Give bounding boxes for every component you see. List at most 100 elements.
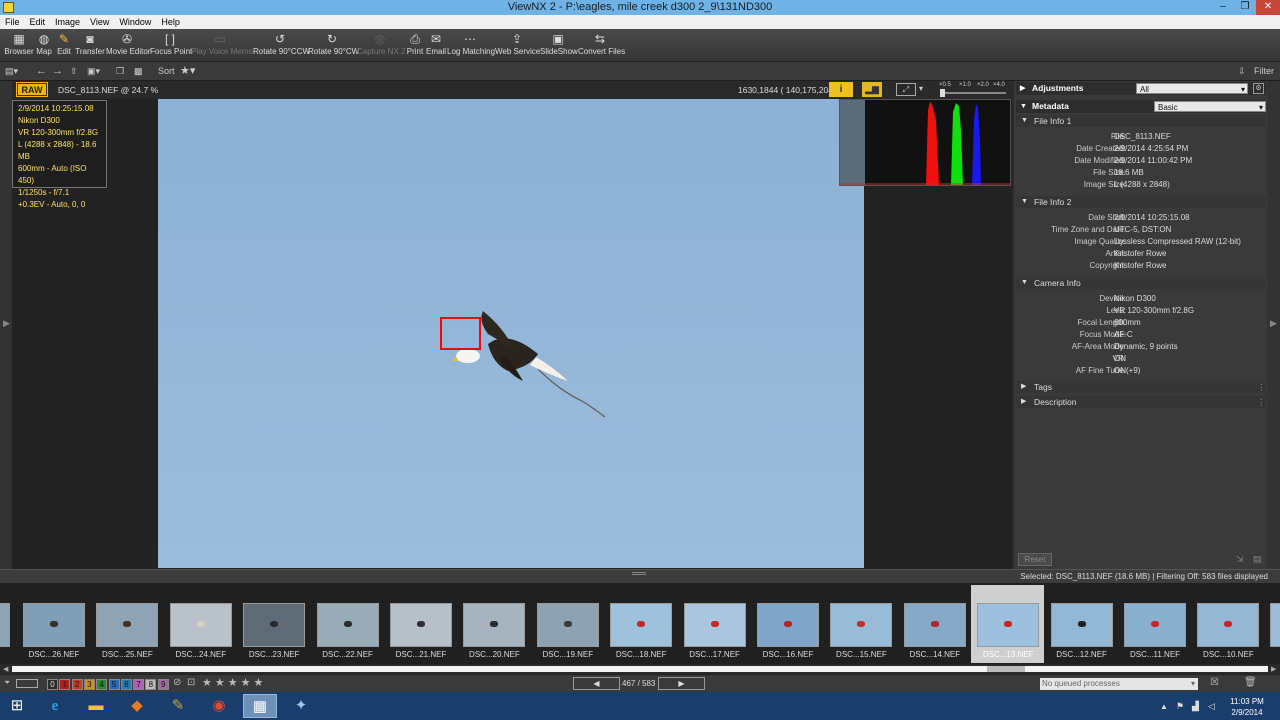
filmstrip-thumbnail[interactable] <box>316 603 379 647</box>
star-filter-icon[interactable]: ★▾ <box>180 65 195 78</box>
file-explorer-icon[interactable]: ▬ <box>79 694 113 718</box>
more-icon[interactable]: ⋮ <box>1257 396 1266 408</box>
browser-button[interactable]: ▦ Browser <box>4 32 34 60</box>
web-service-button[interactable]: ⇪ Web Service <box>495 32 540 60</box>
internet-explorer-icon[interactable]: e <box>38 694 72 718</box>
clock-time[interactable]: 11:03 PM <box>1225 697 1269 706</box>
more-icon[interactable]: ⋮ <box>1257 381 1266 393</box>
expand-right-icon[interactable]: ▶ <box>1270 318 1277 329</box>
filmstrip-scrollbar[interactable]: ◀ ▶ <box>0 664 1280 674</box>
map-button[interactable]: ◍ Map <box>34 32 54 60</box>
filmstrip-thumbnail[interactable] <box>1197 603 1260 647</box>
back-arrow-icon[interactable]: ← <box>36 65 47 78</box>
filmstrip-thumbnail[interactable] <box>830 603 893 647</box>
panel-options-icon[interactable]: ⇲ <box>1236 554 1244 565</box>
main-photo[interactable] <box>158 99 864 568</box>
log-matching-button[interactable]: ⋯ Log Matching <box>447 32 495 60</box>
tray-volume-icon[interactable]: ◁ <box>1208 701 1215 712</box>
print-button[interactable]: ⎙ Print <box>405 32 425 60</box>
filmstrip-thumbnail[interactable] <box>683 603 746 647</box>
forward-arrow-icon[interactable]: → <box>52 65 63 78</box>
label-7[interactable]: 7 <box>133 679 145 690</box>
filmstrip-thumbnail[interactable] <box>903 603 966 647</box>
filmstrip-thumbnail[interactable] <box>169 603 232 647</box>
panel-pin-icon[interactable]: ▤ <box>1253 554 1262 565</box>
filmstrip-thumbnail[interactable] <box>610 603 673 647</box>
menu-edit[interactable]: Edit <box>25 15 51 29</box>
filmstrip-thumbnail[interactable] <box>390 603 452 647</box>
resize-grip[interactable] <box>632 572 646 575</box>
lock-icon[interactable]: ▩ <box>134 65 143 78</box>
menu-image[interactable]: Image <box>50 15 85 29</box>
label-0[interactable]: 0 <box>47 679 58 690</box>
adjustments-select[interactable]: All ▾ <box>1136 83 1248 94</box>
sort-label[interactable]: Sort <box>158 65 175 78</box>
filmstrip-thumbnail[interactable] <box>243 603 306 647</box>
tray-network-icon[interactable]: ▟ <box>1192 701 1199 712</box>
menu-window[interactable]: Window <box>114 15 156 29</box>
filter-icon[interactable]: ⇩ <box>1238 65 1246 78</box>
metadata-select[interactable]: Basic ▾ <box>1154 101 1266 112</box>
filmstrip-thumbnail[interactable] <box>1050 603 1113 647</box>
close-button[interactable]: ✕ <box>1256 0 1280 15</box>
app-icon-orange[interactable]: ◆ <box>120 694 154 718</box>
cancel-queue-icon[interactable]: ☒ <box>1210 677 1219 688</box>
queue-select[interactable]: No queued processes ▾ <box>1040 678 1198 690</box>
viewnx-taskbar-icon[interactable]: ▦ <box>243 694 277 718</box>
filmstrip-thumbnail[interactable] <box>757 603 819 647</box>
next-image-button[interactable]: ▶ <box>658 677 705 690</box>
adjustments-settings-icon[interactable]: ⚙ <box>1253 83 1264 94</box>
chrome-icon[interactable]: ◉ <box>202 694 236 718</box>
play-voice-memo-button[interactable]: ▭ Play Voice Memo <box>191 32 253 60</box>
expand-filmstrip-icon[interactable]: ⏷ <box>4 678 10 688</box>
filmstrip-thumbnail[interactable] <box>23 603 85 647</box>
filmstrip-thumbnail[interactable] <box>463 603 526 647</box>
label-6[interactable]: 6 <box>120 679 132 690</box>
capture-nx2-button[interactable]: ◎ Capture NX 2 <box>357 32 405 60</box>
label-3[interactable]: 3 <box>83 679 95 690</box>
info-icon[interactable]: i <box>829 82 853 97</box>
label-4[interactable]: 4 <box>96 679 108 690</box>
rotate-cw-button[interactable]: ↻ Rotate 90°CW <box>308 32 359 60</box>
view-mode-icon[interactable]: ▣▾ <box>87 65 100 78</box>
filmstrip-thumbnail[interactable] <box>536 603 599 647</box>
copy-icon[interactable]: ❐ <box>116 65 124 78</box>
previous-image-button[interactable]: ◀ <box>573 677 620 690</box>
windows-start-icon[interactable]: ⊞ <box>0 694 34 718</box>
app-icon-paint[interactable]: ✦ <box>284 694 318 718</box>
convert-files-button[interactable]: ⇆ Convert Files <box>578 32 625 60</box>
menu-file[interactable]: File <box>0 15 25 29</box>
menu-view[interactable]: View <box>85 15 114 29</box>
fit-dropdown-icon[interactable]: ▾ <box>919 84 923 93</box>
maximize-button[interactable]: ❐ <box>1234 0 1256 15</box>
trash-filter-icon[interactable]: ⊡ <box>187 677 195 688</box>
filmstrip-thumbnail[interactable] <box>1124 603 1186 647</box>
filmstrip-thumbnail[interactable] <box>96 603 159 647</box>
scroll-left-icon[interactable]: ◀ <box>3 665 8 673</box>
slideshow-button[interactable]: ▣ SlideShow <box>540 32 578 60</box>
filter-label[interactable]: Filter <box>1254 65 1274 78</box>
label-9[interactable]: 9 <box>157 679 169 690</box>
trash-icon[interactable]: 🗑 <box>1244 677 1257 688</box>
filmstrip-thumbnail-partial[interactable] <box>0 603 10 647</box>
label-5[interactable]: 5 <box>108 679 120 690</box>
email-button[interactable]: ✉ Email <box>426 32 446 60</box>
clock-date[interactable]: 2/9/2014 <box>1225 708 1269 717</box>
label-2[interactable]: 2 <box>71 679 83 690</box>
tray-flag-icon[interactable]: ⚑ <box>1176 701 1184 712</box>
focus-point-button[interactable]: [ ] Focus Point <box>150 32 192 60</box>
filmstrip-size-icon[interactable] <box>16 679 38 688</box>
label-8[interactable]: 8 <box>145 679 157 690</box>
tray-up-arrow-icon[interactable]: ▲ <box>1160 702 1168 711</box>
transfer-button[interactable]: ◙ Transfer <box>74 32 106 60</box>
filmstrip-thumbnail[interactable] <box>977 603 1040 647</box>
fit-screen-icon[interactable]: ⤢ <box>896 83 916 96</box>
file-info-1-header[interactable]: ▼ File Info 1 <box>1016 115 1266 127</box>
histogram-toggle-icon[interactable]: ▂▆ <box>862 82 882 97</box>
filmstrip-thumbnail-partial[interactable] <box>1270 603 1280 647</box>
zoom-slider[interactable]: ×0.5 ×1.0 ×2.0 ×4.0 <box>930 82 1008 98</box>
description-header[interactable]: ▶ Description ⋮ <box>1016 396 1266 408</box>
tags-header[interactable]: ▶ Tags ⋮ <box>1016 381 1266 393</box>
rating-stars[interactable]: ★★★★★ <box>202 676 266 689</box>
app-icon-tools[interactable]: ✎ <box>161 694 195 718</box>
